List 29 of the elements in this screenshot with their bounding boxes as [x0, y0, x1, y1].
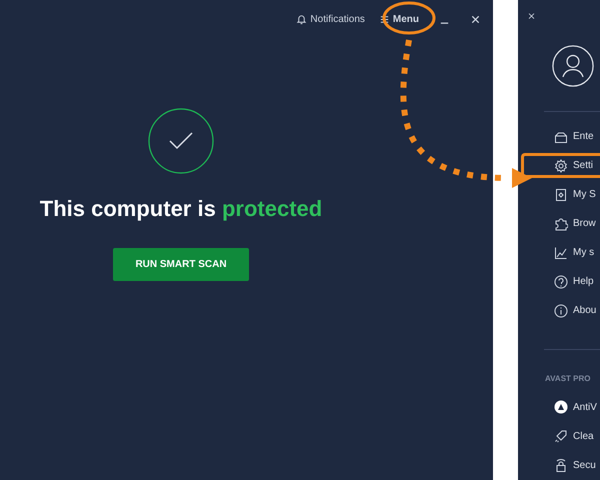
chart-icon [554, 246, 568, 260]
lock-icon [554, 458, 568, 472]
product-item[interactable]: Secu [518, 452, 600, 478]
checkmark-circle-icon [148, 108, 214, 174]
product-item[interactable]: AntiV [518, 394, 600, 420]
highlight-ellipse [382, 2, 436, 34]
menu-item[interactable]: Abou [518, 298, 600, 324]
smart-scan-button[interactable]: RUN SMART SCAN [113, 248, 249, 281]
menu-icon [378, 14, 390, 24]
menu-button[interactable]: Menu [378, 14, 419, 24]
bell-icon [296, 14, 308, 24]
info-icon [554, 304, 568, 318]
user-avatar-icon[interactable] [550, 45, 596, 88]
close-icon[interactable] [470, 14, 481, 24]
close-icon[interactable] [527, 12, 536, 20]
menu-item[interactable]: Help [518, 269, 600, 294]
menu-item[interactable]: Brow [518, 211, 600, 236]
section-heading: AVAST PRO [544, 374, 592, 383]
help-icon [554, 274, 568, 289]
envelope-icon [554, 130, 568, 144]
menu-item[interactable]: My S [518, 182, 600, 208]
notifications-button[interactable]: Notifications [296, 14, 365, 24]
protection-status: This computer is protected [40, 196, 322, 222]
badge-icon [554, 188, 568, 202]
menu-item[interactable]: Ente [518, 124, 600, 150]
gear-icon [554, 158, 568, 173]
puzzle-icon [554, 216, 568, 231]
product-item[interactable]: Clea [518, 424, 600, 449]
menu-item[interactable]: My s [518, 240, 600, 266]
